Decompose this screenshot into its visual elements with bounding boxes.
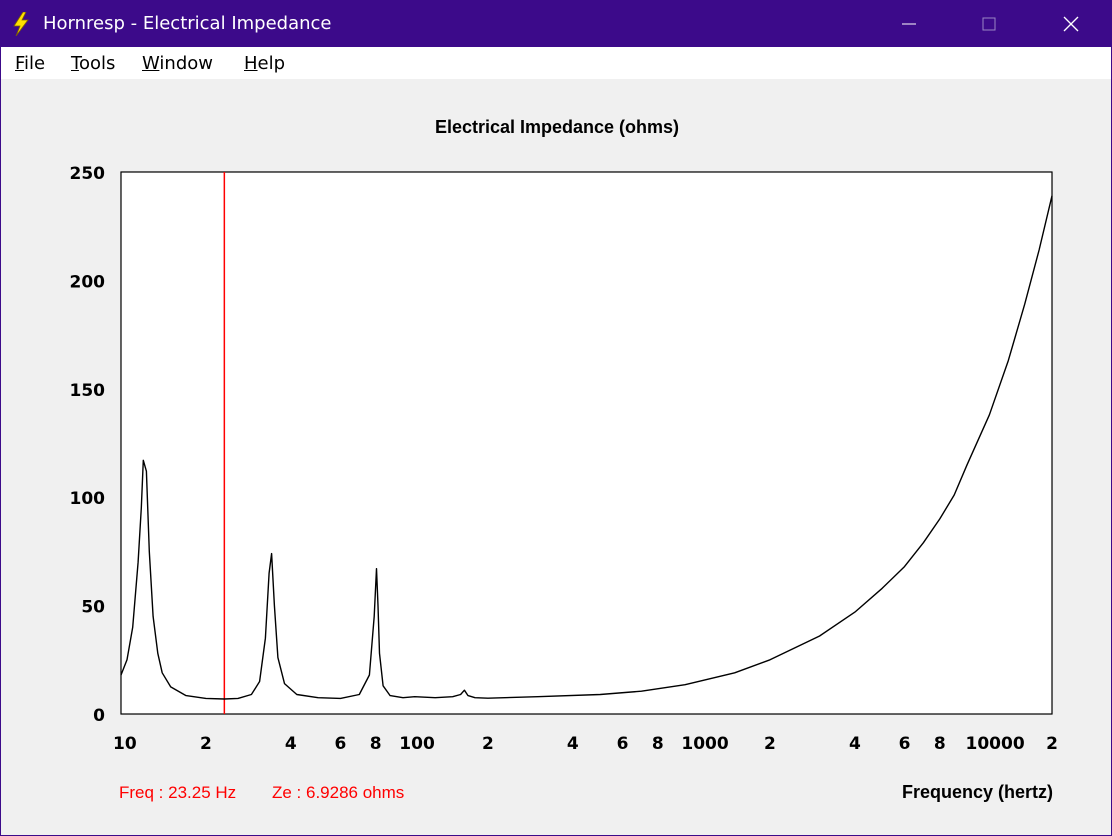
- window-title: Hornresp - Electrical Impedance: [43, 13, 332, 34]
- x-tick-label: 100: [399, 734, 435, 754]
- x-axis-label: Frequency (hertz): [901, 782, 1053, 802]
- title-bar[interactable]: Hornresp - Electrical Impedance: [1, 1, 1111, 47]
- x-tick-label: 8: [652, 734, 664, 754]
- status-frequency: Freq : 23.25 Hz: [119, 783, 237, 802]
- menu-bar: File Tools Window Help: [1, 47, 1111, 79]
- y-tick-label: 200: [70, 272, 106, 292]
- maximize-button[interactable]: [949, 1, 1029, 47]
- x-tick-label: 1000: [681, 734, 728, 754]
- x-tick-label: 4: [849, 734, 861, 754]
- x-tick-label: 6: [899, 734, 911, 754]
- app-window: Hornresp - Electrical Impedance File Too…: [0, 0, 1112, 836]
- x-tick-label: 8: [934, 734, 946, 754]
- y-tick-label: 50: [81, 598, 105, 618]
- close-icon: [1063, 16, 1079, 32]
- minimize-icon: [902, 23, 916, 25]
- x-tick-label: 10000: [966, 734, 1025, 754]
- x-tick-label: 6: [617, 734, 629, 754]
- maximize-icon: [982, 17, 996, 31]
- lightning-bolt-icon: [13, 12, 29, 36]
- x-tick-label: 2: [1046, 734, 1058, 754]
- x-tick-label: 2: [482, 734, 494, 754]
- close-button[interactable]: [1031, 1, 1111, 47]
- status-impedance: Ze : 6.9286 ohms: [272, 783, 405, 802]
- impedance-chart[interactable]: 0 50 100 150 200 250 10 2 4 6 8 100 2 4 6 8 1000 2 4 6 8 100…: [1, 79, 1111, 779]
- y-tick-label: 100: [70, 489, 106, 509]
- menu-window[interactable]: Window: [142, 53, 213, 74]
- x-tick-labels: 10 2 4 6 8 100 2 4 6 8 1000 2 4 6 8 10000 2: [113, 734, 1058, 754]
- x-tick-label: 4: [567, 734, 579, 754]
- minimize-button[interactable]: [869, 1, 949, 47]
- menu-file[interactable]: File: [15, 53, 45, 74]
- plot-frame: [120, 171, 1053, 715]
- x-tick-label: 6: [335, 734, 347, 754]
- y-tick-label: 0: [93, 706, 105, 726]
- x-tick-label: 10: [113, 734, 137, 754]
- y-tick-label: 250: [70, 164, 106, 184]
- y-tick-labels: 0 50 100 150 200 250: [70, 164, 106, 726]
- menu-tools[interactable]: Tools: [71, 53, 115, 74]
- x-tick-label: 8: [370, 734, 382, 754]
- x-tick-label: 4: [285, 734, 297, 754]
- x-tick-label: 2: [200, 734, 212, 754]
- menu-help[interactable]: Help: [244, 53, 285, 74]
- x-tick-label: 2: [764, 734, 776, 754]
- y-tick-label: 150: [70, 381, 106, 401]
